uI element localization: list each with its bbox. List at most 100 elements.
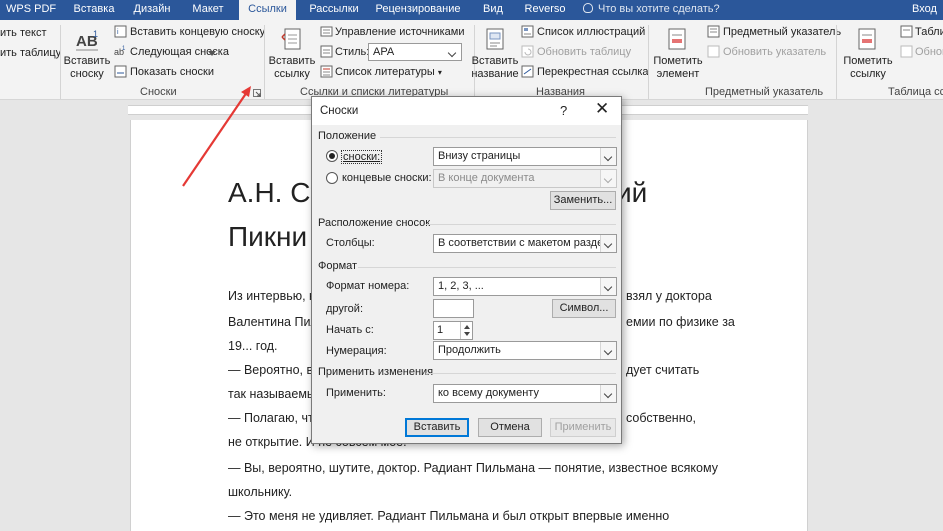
update-index-button[interactable]: Обновить указатель: [723, 46, 826, 59]
insert-index-button[interactable]: Предметный указатель: [723, 26, 841, 39]
document-line: 19... год.: [228, 338, 278, 354]
chevron-down-icon: [600, 170, 616, 187]
dialog-title: Сноски: [320, 105, 359, 117]
style-value: APA: [373, 46, 395, 58]
section-position: Положение: [318, 130, 377, 142]
number-format-select[interactable]: 1, 2, 3, ...: [433, 277, 617, 296]
custom-mark-label: другой:: [326, 303, 364, 315]
tab-design[interactable]: Дизайн: [129, 0, 175, 20]
lightbulb-icon: [583, 3, 593, 13]
tab-review[interactable]: Рецензирование: [370, 0, 466, 20]
insert-footnote-button[interactable]: Вставить сноску: [62, 55, 112, 81]
divider: [358, 267, 616, 268]
tab-references[interactable]: Ссылки: [239, 0, 296, 20]
show-notes-button[interactable]: Показать сноски: [130, 66, 214, 79]
tab-reverso[interactable]: Reverso: [522, 0, 568, 20]
group-label-authorities: Таблица ссылок: [888, 86, 943, 98]
cross-reference-button[interactable]: Перекрестная ссылка: [537, 66, 649, 79]
update-table-of-figures-button[interactable]: Обновить таблицу: [537, 46, 631, 59]
dialog-launcher-icon[interactable]: [253, 88, 261, 100]
style-icon: [320, 45, 333, 61]
insert-endnote-button[interactable]: Вставить концевую сноску: [130, 26, 265, 39]
divider: [380, 137, 616, 138]
document-line: Из интервью, ко взял у доктора: [228, 288, 712, 304]
apply-to-select[interactable]: ко всему документу: [433, 384, 617, 403]
start-at-input[interactable]: 1: [433, 321, 473, 340]
apply-button[interactable]: Применить: [550, 418, 616, 437]
style-select[interactable]: APA: [368, 43, 462, 61]
tab-mailings[interactable]: Рассылки: [306, 0, 362, 20]
mark-citation-label-1: Пометить: [843, 55, 893, 67]
insert-caption-label-2: название: [471, 68, 519, 80]
line-text-left: 19... год.: [228, 339, 278, 353]
convert-button[interactable]: Заменить...: [550, 191, 616, 210]
table-of-authorities-button[interactable]: Табли: [915, 26, 943, 39]
bibliography-button[interactable]: Список литературы ▾: [335, 66, 442, 79]
footnotes-radio[interactable]: [326, 150, 338, 162]
symbol-button[interactable]: Символ...: [552, 299, 616, 318]
insert-citation-label-2: ссылку: [274, 68, 310, 80]
line-text-left: школьнику.: [228, 485, 293, 499]
mark-entry-button[interactable]: Пометить элемент: [652, 55, 704, 81]
insert-caption-icon: [484, 27, 506, 53]
mark-entry-label-2: элемент: [656, 68, 700, 80]
ribbon-references: ить текст ить таблицу AB 1 Вставить сноск…: [0, 20, 943, 100]
mark-citation-button[interactable]: Пометить ссылку: [842, 55, 894, 81]
spin-arrows-icon[interactable]: [460, 322, 472, 339]
document-line: — Вы, вероятно, шутите, доктор. Радиант …: [228, 460, 718, 476]
numbering-value: Продолжить: [438, 344, 501, 356]
document-line: Валентина Пиль емии по физике за: [228, 314, 735, 330]
columns-label: Столбцы:: [326, 237, 375, 249]
svg-text:1: 1: [122, 46, 126, 52]
tell-me-text: Что вы хотите сделать?: [598, 3, 720, 15]
help-icon[interactable]: ?: [560, 103, 567, 118]
apply-to-label: Применить:: [326, 387, 386, 399]
line-text-right: емии по физике за: [626, 315, 735, 329]
close-icon[interactable]: ✕: [595, 100, 609, 118]
insert-endnote-icon: i: [114, 25, 127, 41]
tab-wps-pdf[interactable]: WPS PDF: [6, 0, 56, 20]
insert-citation-label-1: Вставить: [268, 55, 316, 67]
chevron-down-icon: [600, 148, 616, 165]
update-authorities-button[interactable]: Обнов: [915, 46, 943, 59]
numbering-label: Нумерация:: [326, 345, 387, 357]
tab-layout[interactable]: Макет: [186, 0, 230, 20]
chevron-down-icon: [600, 342, 616, 359]
columns-select[interactable]: В соответствии с макетом раздела: [433, 234, 617, 253]
chevron-down-icon[interactable]: [208, 48, 216, 60]
tab-view[interactable]: Вид: [478, 0, 508, 20]
insert-caption-button[interactable]: Вставить название: [470, 55, 520, 81]
insert-citation-icon: [280, 27, 306, 53]
section-format: Формат: [318, 260, 358, 272]
insert-footnote-icon: AB 1: [74, 28, 100, 52]
insert-button[interactable]: Вставить: [405, 418, 469, 437]
endnotes-radio[interactable]: [326, 172, 338, 184]
chevron-down-icon: [600, 278, 616, 295]
chevron-down-icon: [600, 235, 616, 252]
manage-sources-button[interactable]: Управление источниками: [335, 26, 464, 39]
cancel-button[interactable]: Отмена: [478, 418, 542, 437]
line-text-left: Из интервью, ко: [228, 289, 322, 303]
numbering-select[interactable]: Продолжить: [433, 341, 617, 360]
tell-me-box[interactable]: Что вы хотите сделать?: [583, 0, 720, 20]
tab-insert[interactable]: Вставка: [68, 0, 120, 20]
insert-caption-label-1: Вставить: [471, 55, 519, 67]
custom-mark-input[interactable]: [433, 299, 474, 318]
group-label-index: Предметный указатель: [705, 86, 824, 98]
footnotes-location-select[interactable]: Внизу страницы: [433, 147, 617, 166]
show-notes-icon: [114, 65, 127, 81]
add-text-button[interactable]: ить текст: [0, 27, 46, 40]
endnotes-radio-label[interactable]: концевые сноски:: [342, 172, 432, 184]
mark-citation-icon: [856, 27, 878, 53]
document-line: — Это меня не удивляет. Радиант Пильмана…: [228, 508, 669, 524]
sign-in-link[interactable]: Вход: [912, 0, 937, 19]
footnotes-radio-label[interactable]: сноски:: [341, 150, 383, 164]
endnotes-location-select[interactable]: В конце документа: [433, 169, 617, 188]
table-of-figures-button[interactable]: Список иллюстраций: [537, 26, 645, 39]
update-table-button[interactable]: ить таблицу: [0, 47, 61, 60]
update-table-icon: [521, 45, 534, 61]
section-apply: Применить изменения: [318, 366, 434, 378]
document-line: — Полагаю, что собственно,: [228, 410, 696, 426]
chevron-down-icon: ▾: [437, 68, 442, 77]
insert-citation-button[interactable]: Вставить ссылку: [266, 55, 318, 81]
